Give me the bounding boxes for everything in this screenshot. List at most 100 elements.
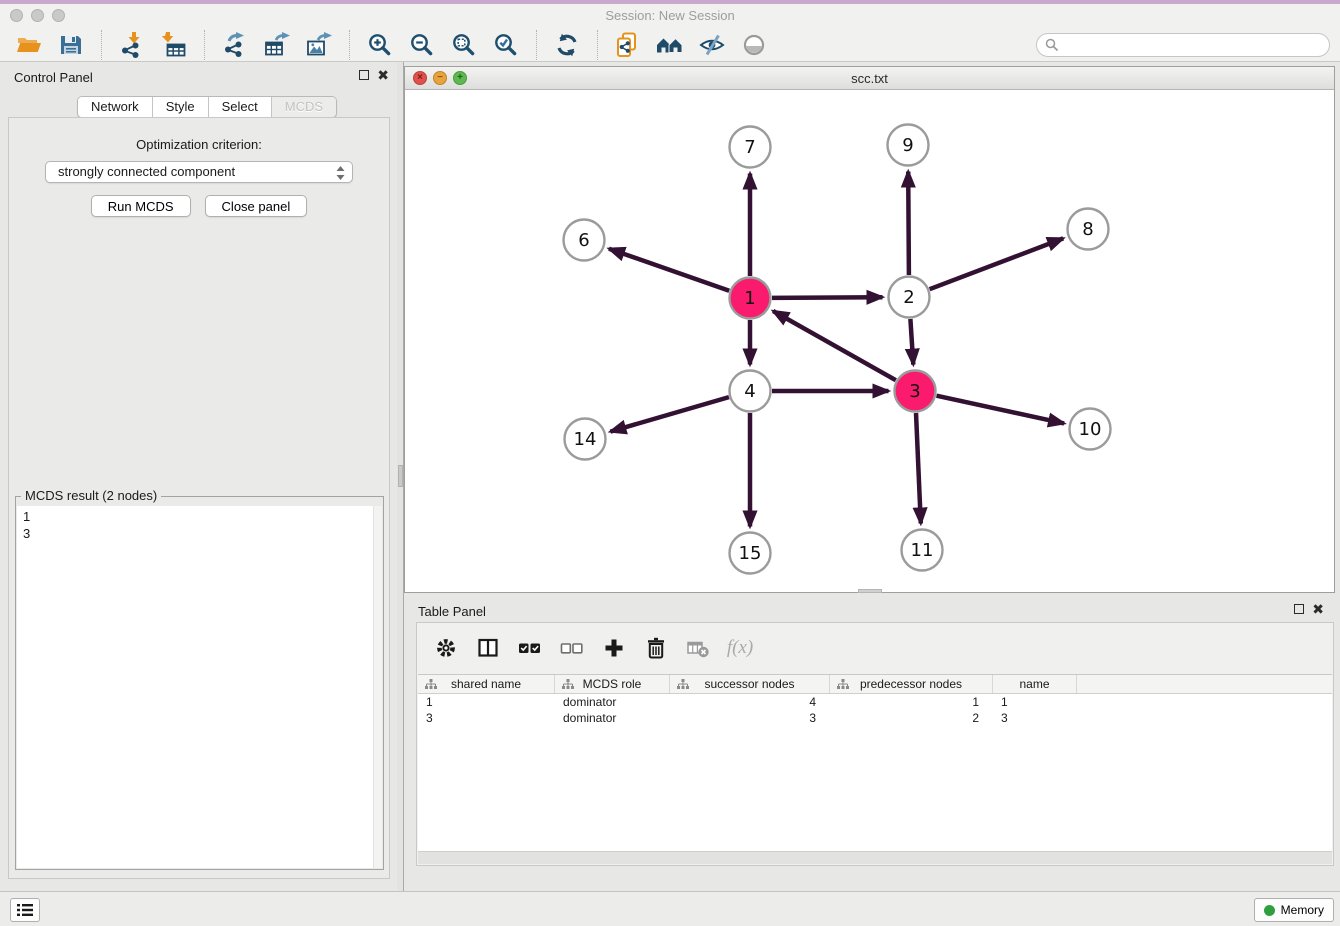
tab-style[interactable]: Style	[152, 97, 208, 117]
zoom-out-button[interactable]	[406, 29, 438, 61]
search-input[interactable]	[1064, 37, 1321, 53]
svg-text:9: 9	[902, 135, 913, 156]
table-cell[interactable]: dominator	[555, 694, 670, 710]
mcds-result-text[interactable]: 1 3	[17, 506, 382, 544]
node-2[interactable]: 2	[889, 277, 930, 318]
tab-network[interactable]: Network	[78, 97, 152, 117]
close-panel-icon[interactable]: ✖	[377, 69, 389, 81]
edge-1-2[interactable]	[772, 297, 883, 298]
node-4[interactable]: 4	[730, 371, 771, 412]
tab-select[interactable]: Select	[208, 97, 271, 117]
node-14[interactable]: 14	[565, 419, 606, 460]
node-1[interactable]: 1	[730, 278, 771, 319]
svg-text:15: 15	[739, 543, 762, 564]
delete-column-button[interactable]	[640, 632, 672, 664]
home-network-button[interactable]	[654, 29, 686, 61]
open-session-button[interactable]	[13, 29, 45, 61]
memory-button[interactable]: Memory	[1254, 898, 1334, 922]
table-cell[interactable]: 3	[670, 710, 830, 726]
table-cell[interactable]: 1	[993, 694, 1077, 710]
show-columns-button[interactable]	[472, 632, 504, 664]
node-8[interactable]: 8	[1068, 209, 1109, 250]
memory-status-icon	[1264, 905, 1275, 916]
tab-mcds[interactable]: MCDS	[271, 97, 336, 117]
hide-selected-button[interactable]	[696, 29, 728, 61]
node-10[interactable]: 10	[1070, 409, 1111, 450]
first-neighbors-button[interactable]	[612, 29, 644, 61]
zoom-in-icon	[367, 32, 393, 58]
table-cell[interactable]: 3	[993, 710, 1077, 726]
criterion-select[interactable]: strongly connected component	[45, 161, 353, 183]
column-header-mcds-role[interactable]: MCDS role	[555, 675, 670, 693]
column-header-successor-nodes[interactable]: successor nodes	[670, 675, 830, 693]
node-3[interactable]: 3	[895, 371, 936, 412]
node-7[interactable]: 7	[730, 127, 771, 168]
export-table-button[interactable]	[261, 29, 293, 61]
zoom-selected-button[interactable]	[490, 29, 522, 61]
eye-icon	[741, 32, 767, 58]
edge-4-14[interactable]	[610, 397, 729, 432]
window-resize-grip[interactable]	[858, 589, 882, 593]
column-header-name[interactable]: name	[993, 675, 1077, 693]
svg-text:11: 11	[911, 540, 934, 561]
table-cell[interactable]: 3	[418, 710, 555, 726]
table-row[interactable]: 1dominator411	[418, 694, 1332, 710]
table-cell[interactable]: 2	[830, 710, 993, 726]
apply-layout-button[interactable]	[551, 29, 583, 61]
column-header-shared-name[interactable]: shared name	[418, 675, 555, 693]
float-panel-icon[interactable]	[359, 70, 369, 80]
edge-2-3[interactable]	[910, 319, 913, 365]
import-network-button[interactable]	[116, 29, 148, 61]
import-table-button[interactable]	[158, 29, 190, 61]
export-image-button[interactable]	[303, 29, 335, 61]
network-canvas[interactable]: 7 9 6 8 1 2 4 3 14 10 15 11	[405, 90, 1334, 592]
unselect-all-columns-button[interactable]	[556, 632, 588, 664]
table-hscrollbar[interactable]	[418, 851, 1332, 864]
save-session-button[interactable]	[55, 29, 87, 61]
unchecked-boxes-icon	[558, 635, 586, 661]
table-row[interactable]: 3dominator323	[418, 710, 1332, 726]
run-mcds-button[interactable]: Run MCDS	[91, 195, 191, 217]
node-15[interactable]: 15	[730, 533, 771, 574]
edge-3-10[interactable]	[937, 396, 1065, 424]
split-divider[interactable]	[397, 62, 404, 891]
task-history-button[interactable]	[10, 898, 40, 922]
table-settings-button[interactable]	[430, 632, 462, 664]
column-header-predecessor-nodes[interactable]: predecessor nodes	[830, 675, 993, 693]
select-all-columns-button[interactable]	[514, 632, 546, 664]
zoom-fit-button[interactable]	[448, 29, 480, 61]
network-window: × − + scc.txt 79681243141015	[404, 66, 1335, 593]
create-column-button[interactable]	[598, 632, 630, 664]
edge-2-8[interactable]	[930, 238, 1064, 289]
titlebar: Session: New Session	[0, 4, 1340, 28]
table-cell[interactable]: 1	[830, 694, 993, 710]
toolbar-separator	[101, 30, 102, 60]
result-scrollbar[interactable]	[373, 506, 382, 868]
zoom-in-button[interactable]	[364, 29, 396, 61]
function-builder-button: f(x)	[724, 632, 756, 664]
criterion-select-value: strongly connected component	[58, 164, 235, 179]
table-cell[interactable]: dominator	[555, 710, 670, 726]
table-cell[interactable]: 1	[418, 694, 555, 710]
edge-3-1[interactable]	[773, 311, 896, 380]
table-toolbar: f(x)	[417, 623, 1333, 673]
edge-2-9[interactable]	[908, 172, 909, 276]
mcds-panel: Optimization criterion: strongly connect…	[8, 117, 390, 879]
divider-handle-icon[interactable]	[398, 465, 403, 487]
svg-text:3: 3	[909, 381, 920, 402]
delete-table-button	[682, 632, 714, 664]
node-6[interactable]: 6	[564, 220, 605, 261]
edge-1-6[interactable]	[609, 249, 729, 291]
node-9[interactable]: 9	[888, 125, 929, 166]
close-panel-button[interactable]: Close panel	[205, 195, 308, 217]
float-table-panel-icon[interactable]	[1294, 604, 1304, 614]
table-cell[interactable]: 4	[670, 694, 830, 710]
export-network-button[interactable]	[219, 29, 251, 61]
toolbar-separator	[349, 30, 350, 60]
svg-text:6: 6	[578, 230, 589, 251]
node-11[interactable]: 11	[902, 530, 943, 571]
close-table-panel-icon[interactable]: ✖	[1312, 603, 1324, 615]
edge-3-11[interactable]	[916, 413, 921, 524]
show-all-button[interactable]	[738, 29, 770, 61]
select-chevrons-icon	[335, 165, 346, 181]
